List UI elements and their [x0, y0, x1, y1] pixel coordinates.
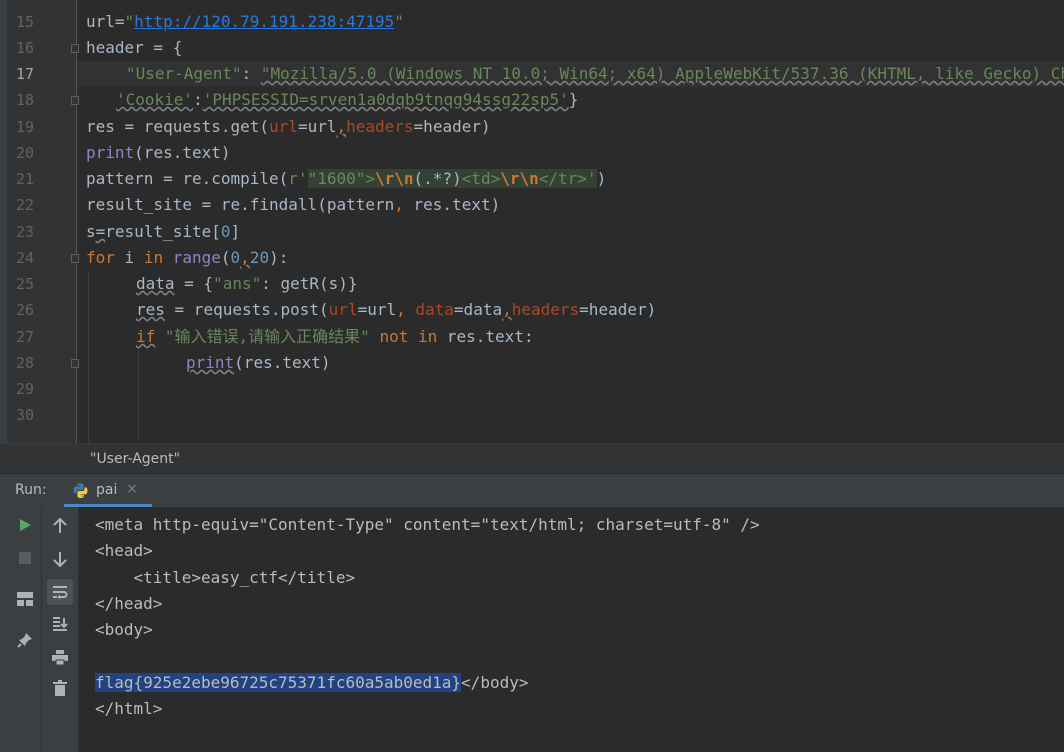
run-icon [20, 519, 31, 531]
console-output[interactable]: <meta http-equiv="Content-Type" content=… [79, 507, 1064, 752]
console-line: </head> [95, 594, 163, 613]
line-number: 20 [15, 144, 34, 162]
down-button[interactable] [47, 546, 73, 572]
code-line: 29 [0, 376, 1064, 402]
code-text[interactable]: url="http://120.79.191.238:47195" [86, 13, 404, 31]
run-toolbar-primary [0, 507, 42, 752]
pin-icon [17, 633, 32, 648]
code-text[interactable]: print(res.text) [186, 354, 331, 372]
code-line: 24 for i in range(0,20): [0, 245, 1064, 271]
line-number: 22 [15, 196, 34, 214]
line-number: 24 [15, 249, 34, 267]
code-line: 18 'Cookie':'PHPSESSID=srven1a0dqb9tnqg9… [0, 87, 1064, 113]
code-line: 28 print(res.text) [0, 350, 1064, 376]
soft-wrap-icon [53, 586, 68, 599]
line-number: 30 [15, 406, 34, 424]
scroll-to-end-button[interactable] [47, 611, 73, 637]
code-line: 19 res = requests.get(url=url,headers=he… [0, 114, 1064, 140]
breadcrumb: "User-Agent" [0, 443, 1064, 473]
console-line: flag{925e2ebe96725c75371fc60a5ab0ed1a}</… [95, 673, 529, 692]
fold-marker-icon[interactable] [71, 96, 79, 105]
line-number: 21 [15, 170, 34, 188]
line-number: 23 [15, 223, 34, 241]
code-line: 26 res = requests.post(url=url, data=dat… [0, 297, 1064, 323]
line-number: 16 [15, 39, 34, 57]
up-button[interactable] [47, 513, 73, 539]
python-icon [73, 483, 88, 498]
console-line: </html> [95, 699, 163, 718]
line-number: 25 [15, 275, 34, 293]
run-tool-window-header: Run: pai × [0, 473, 1064, 508]
run-tab-pai[interactable]: pai × [64, 474, 152, 507]
code-text[interactable]: res = requests.post(url=url, data=data,h… [136, 301, 656, 319]
soft-wrap-button[interactable] [47, 579, 73, 605]
code-line: 30 [0, 402, 1064, 428]
run-tab-label: pai [96, 482, 118, 498]
ide-window: 15 url="http://120.79.191.238:47195" 16 … [0, 0, 1064, 752]
code-line: 15 url="http://120.79.191.238:47195" [0, 9, 1064, 35]
print-icon [52, 649, 68, 665]
code-line: 23 s=result_site[0] [0, 219, 1064, 245]
code-text[interactable]: s=result_site[0] [86, 223, 240, 241]
run-toolbar-secondary [42, 507, 79, 752]
line-number: 17 [15, 65, 34, 83]
run-label: Run: [15, 482, 47, 498]
code-line: 16 header = { [0, 35, 1064, 61]
code-text[interactable]: header = { [86, 39, 182, 57]
line-number: 26 [15, 301, 34, 319]
console-line: <head> [95, 541, 153, 560]
clear-button[interactable] [47, 675, 73, 701]
rerun-button[interactable] [12, 512, 38, 538]
code-text[interactable]: 'Cookie':'PHPSESSID=srven1a0dqb9tnqg94ss… [116, 91, 578, 109]
code-text[interactable]: for i in range(0,20): [86, 249, 288, 267]
line-number: 28 [15, 354, 34, 372]
line-number: 29 [15, 380, 34, 398]
fold-marker-icon[interactable] [71, 44, 79, 53]
console-line: <body> [95, 620, 153, 639]
line-number: 19 [15, 118, 34, 136]
code-line-current: 17 "User-Agent": "Mozilla/5.0 (Windows N… [0, 61, 1064, 87]
code-line: 20 print(res.text) [0, 140, 1064, 166]
breadcrumb-item[interactable]: "User-Agent" [90, 451, 180, 467]
console-line: <title>easy_ctf</title> [95, 568, 356, 587]
code-line: 21 pattern = re.compile(r'"1600">\r\n(.*… [0, 166, 1064, 192]
code-text[interactable]: if "输入错误,请输入正确结果" not in res.text: [136, 328, 534, 346]
fold-marker-icon[interactable] [71, 359, 79, 368]
pin-button[interactable] [12, 627, 38, 653]
line-number: 15 [15, 13, 34, 31]
selected-flag[interactable]: flag{925e2ebe96725c75371fc60a5ab0ed1a} [95, 673, 462, 692]
code-line: 27 if "输入错误,请输入正确结果" not in res.text: [0, 324, 1064, 350]
code-line: 22 result_site = re.findall(pattern, res… [0, 192, 1064, 218]
scroll-to-end-icon [53, 617, 68, 631]
fold-marker-icon[interactable] [71, 254, 79, 263]
code-text[interactable]: "User-Agent": "Mozilla/5.0 (Windows NT 1… [126, 65, 1064, 83]
stop-icon [19, 552, 31, 564]
code-editor[interactable]: 15 url="http://120.79.191.238:47195" 16 … [0, 0, 1064, 443]
print-button[interactable] [47, 644, 73, 670]
code-text[interactable]: print(res.text) [86, 144, 231, 162]
layout-icon [17, 592, 33, 606]
code-line: 25 data = {"ans": getR(s)} [0, 271, 1064, 297]
arrow-down-icon [53, 552, 67, 567]
layout-button[interactable] [12, 586, 38, 612]
code-text[interactable]: res = requests.get(url=url,headers=heade… [86, 118, 491, 136]
trash-icon [53, 680, 67, 696]
url-link[interactable]: http://120.79.191.238:47195 [134, 12, 394, 31]
close-icon[interactable]: × [126, 481, 138, 497]
console-line: <meta http-equiv="Content-Type" content=… [95, 515, 760, 534]
line-number: 18 [15, 91, 34, 109]
code-text[interactable]: data = {"ans": getR(s)} [136, 275, 358, 293]
line-number: 27 [15, 328, 34, 346]
code-text[interactable]: result_site = re.findall(pattern, res.te… [86, 196, 500, 214]
arrow-up-icon [53, 518, 67, 533]
stop-button[interactable] [12, 545, 38, 571]
code-text[interactable]: pattern = re.compile(r'"1600">\r\n(.*?)<… [86, 169, 606, 188]
